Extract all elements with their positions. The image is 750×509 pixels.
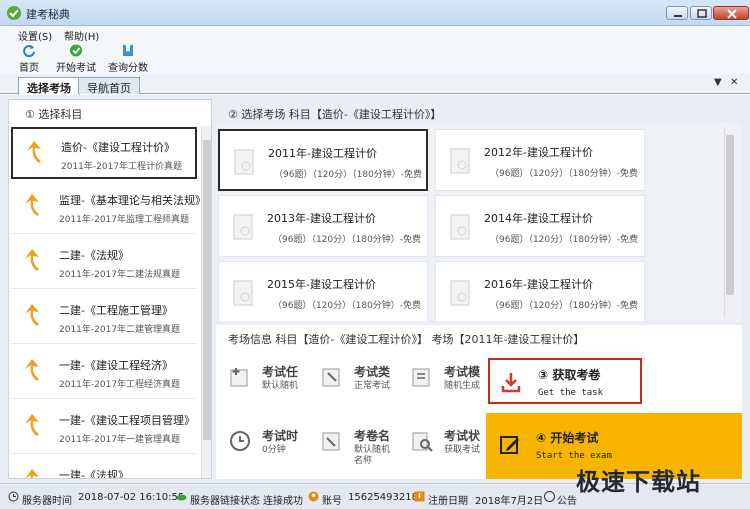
server-time-label: 服务器时间 [22, 496, 72, 507]
title-bar: 建考秘典 [0, 0, 750, 26]
edit-icon [500, 436, 519, 454]
clock-icon [230, 431, 250, 451]
arrow-icon [25, 249, 39, 271]
account-icon [308, 491, 319, 502]
check-icon [70, 44, 82, 57]
menu-settings[interactable]: 设置(S) [18, 28, 52, 43]
field-exam-mode: 考试模 随机生成 [410, 361, 486, 401]
arrow-icon [25, 414, 39, 436]
field-exam-status: 考试状 获取考试 [410, 425, 486, 465]
clock-icon [8, 491, 19, 502]
document-icon [450, 148, 470, 174]
subject-item[interactable]: 一建-《建设工程经济》 2011年-2017年工程经济真题 [11, 347, 197, 399]
tab-select-room[interactable]: 选择考场 [18, 77, 80, 95]
query-score-button[interactable]: 查询分数 [106, 44, 150, 74]
exam-scrollbar[interactable] [724, 127, 734, 317]
exam-card[interactable]: 2014年-建设工程计价 （96题）（120分）（180分钟）-免费 [435, 195, 645, 257]
arrow-icon [25, 469, 39, 478]
field-exam-time: 考试时 0分钟 [228, 425, 318, 465]
subject-item[interactable]: 一建-《建设工程项目管理》 2011年-2017年一建管理真题 [11, 402, 197, 454]
document-icon [450, 280, 470, 306]
arrow-icon [25, 304, 39, 326]
notice-label[interactable]: 公告 [557, 492, 577, 507]
toolbar: 首页 开始考试 查询分数 [0, 43, 750, 74]
field-exam-task: 考试任 默认随机 [228, 361, 318, 401]
doc-add-icon [230, 368, 248, 387]
cloud-icon [176, 494, 187, 501]
field-exam-type: 考试类 正常考试 [320, 361, 400, 401]
info-icon [414, 491, 425, 502]
document-icon [450, 214, 470, 240]
exam-card[interactable]: 2015年-建设工程计价 （96题）（120分）（180分钟）-免费 [218, 261, 428, 321]
link-status-value: 连接成功 [263, 496, 303, 507]
tab-strip: 选择考场 导航首页 ▼ ✕ [0, 74, 750, 95]
subject-panel-header: ① 选择科目 [25, 108, 83, 121]
account-value: 15625493218 [348, 492, 418, 503]
exam-card[interactable]: 2013年-建设工程计价 （96题）（120分）（180分钟）-免费 [218, 195, 428, 257]
window-title: 建考秘典 [26, 8, 70, 21]
menu-help[interactable]: 帮助(H) [64, 28, 99, 43]
room-info-header: 考场信息 科目【造价-《建设工程计价》】 考场【2011年-建设工程计价】 [228, 333, 585, 346]
menu-bar: 设置(S) 帮助(H) [0, 26, 750, 43]
download-icon [501, 373, 521, 393]
subject-panel: ① 选择科目 造价-《建设工程计价》 2011年-2017年工程计价真题 监理-… [8, 99, 212, 479]
watermark-text: 极速下载站 [576, 468, 701, 496]
reg-date-label: 注册日期 [428, 496, 468, 507]
subject-scrollbar[interactable] [201, 126, 211, 478]
minimize-button[interactable] [666, 6, 688, 20]
arrow-icon [25, 194, 39, 216]
document-icon [233, 280, 253, 306]
app-icon [7, 6, 21, 20]
exam-grid: 2011年-建设工程计价 （96题）（120分）（180分钟）-免费 2012年… [216, 123, 742, 321]
close-button[interactable] [713, 6, 749, 20]
subject-item[interactable]: 二建-《工程施工管理》 2011年-2017年二建管理真题 [11, 292, 197, 344]
home-button[interactable]: 首页 [14, 44, 44, 74]
reg-date: 2018年7月2日 [475, 496, 544, 507]
start-exam-toolbar-button[interactable]: 开始考试 [54, 44, 98, 74]
account-label: 账号 [322, 496, 342, 507]
exam-card[interactable]: 2012年-建设工程计价 （96题）（120分）（180分钟）-免费 [435, 129, 645, 191]
doc-name-icon [322, 432, 340, 451]
field-paper-name: 考卷名 默认随机 名称 [320, 425, 400, 466]
document-icon [234, 149, 254, 175]
refresh-icon [23, 45, 35, 57]
arrow-icon [27, 141, 41, 163]
server-time: 2018-07-02 16:10:55 [78, 492, 185, 503]
subject-item[interactable]: 监理-《基本理论与相关法规》 2011年-2017年监理工程师真题 [11, 182, 206, 234]
get-paper-button[interactable]: ③ 获取考卷 Get the task [488, 358, 642, 404]
bookmark-icon [123, 45, 133, 56]
link-status-label: 服务器链接状态 [190, 496, 260, 507]
exam-card[interactable]: 2011年-建设工程计价 （96题）（120分）（180分钟）-免费 [218, 129, 428, 191]
room-panel: ② 选择考场 科目【造价-《建设工程计价》】 2011年-建设工程计价 （96题… [216, 99, 742, 479]
document-icon [233, 214, 253, 240]
dropdown-icon[interactable]: ▼ [714, 77, 722, 88]
room-info: 考场信息 科目【造价-《建设工程计价》】 考场【2011年-建设工程计价】 考试… [216, 325, 742, 479]
subject-item[interactable]: 一建-《法规》 [11, 457, 197, 478]
arrow-icon [25, 359, 39, 381]
main-area: ① 选择科目 造价-《建设工程计价》 2011年-2017年工程计价真题 监理-… [0, 95, 750, 483]
doc-mode-icon [412, 368, 430, 387]
close-tab-icon[interactable]: ✕ [730, 77, 738, 88]
doc-search-icon [412, 432, 433, 452]
subject-item[interactable]: 二建-《法规》 2011年-2017年二建法规真题 [11, 237, 197, 289]
room-panel-header: ② 选择考场 科目【造价-《建设工程计价》】 [228, 108, 442, 121]
doc-edit-icon [322, 368, 340, 387]
subject-item[interactable]: 造价-《建设工程计价》 2011年-2017年工程计价真题 [11, 127, 197, 179]
exam-card[interactable]: 2016年-建设工程计价 （96题）（120分）（180分钟）-免费 [435, 261, 645, 321]
maximize-button[interactable] [690, 6, 712, 20]
notice-icon [544, 491, 555, 502]
tab-nav-home[interactable]: 导航首页 [78, 77, 140, 95]
